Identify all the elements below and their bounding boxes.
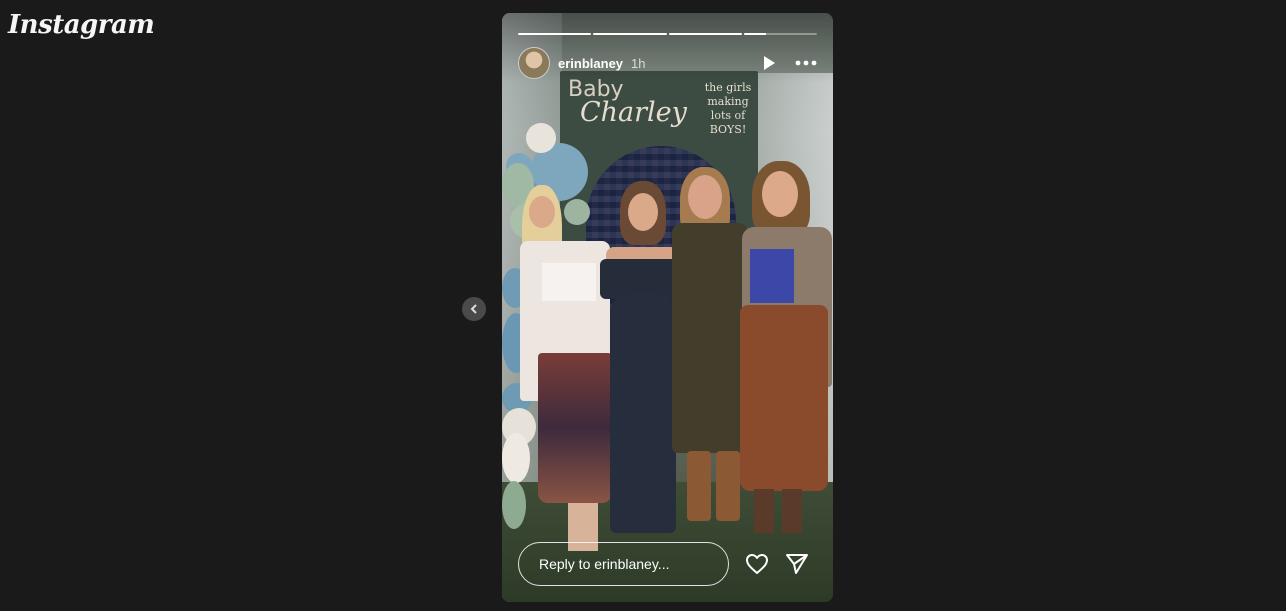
story-header: erinblaney 1h [518,47,817,79]
backdrop-title-name: Charley [580,97,687,128]
previous-story-button[interactable] [462,297,486,321]
progress-segment [518,33,592,35]
post-time: 1h [631,55,646,71]
backdrop-note: the girls making lots of BOYS! [704,81,752,136]
like-button[interactable] [743,550,771,578]
play-icon[interactable] [761,55,777,71]
more-horizontal-icon[interactable] [795,60,817,66]
progress-segment [593,33,667,35]
share-button[interactable] [783,550,811,578]
progress-segment [668,33,742,35]
reply-placeholder: Reply to erinblaney... [539,556,670,572]
heart-icon [746,554,768,574]
progress-segment [743,33,817,35]
instagram-logo[interactable]: Instagram [8,10,155,40]
story-viewer[interactable]: Baby Charley the girls making lots of BO… [502,13,833,602]
chevron-left-icon [470,304,477,314]
reply-input[interactable]: Reply to erinblaney... [518,542,729,586]
username[interactable]: erinblaney [558,56,623,71]
story-progress [518,33,817,35]
avatar[interactable] [518,47,550,79]
send-icon [786,554,808,574]
